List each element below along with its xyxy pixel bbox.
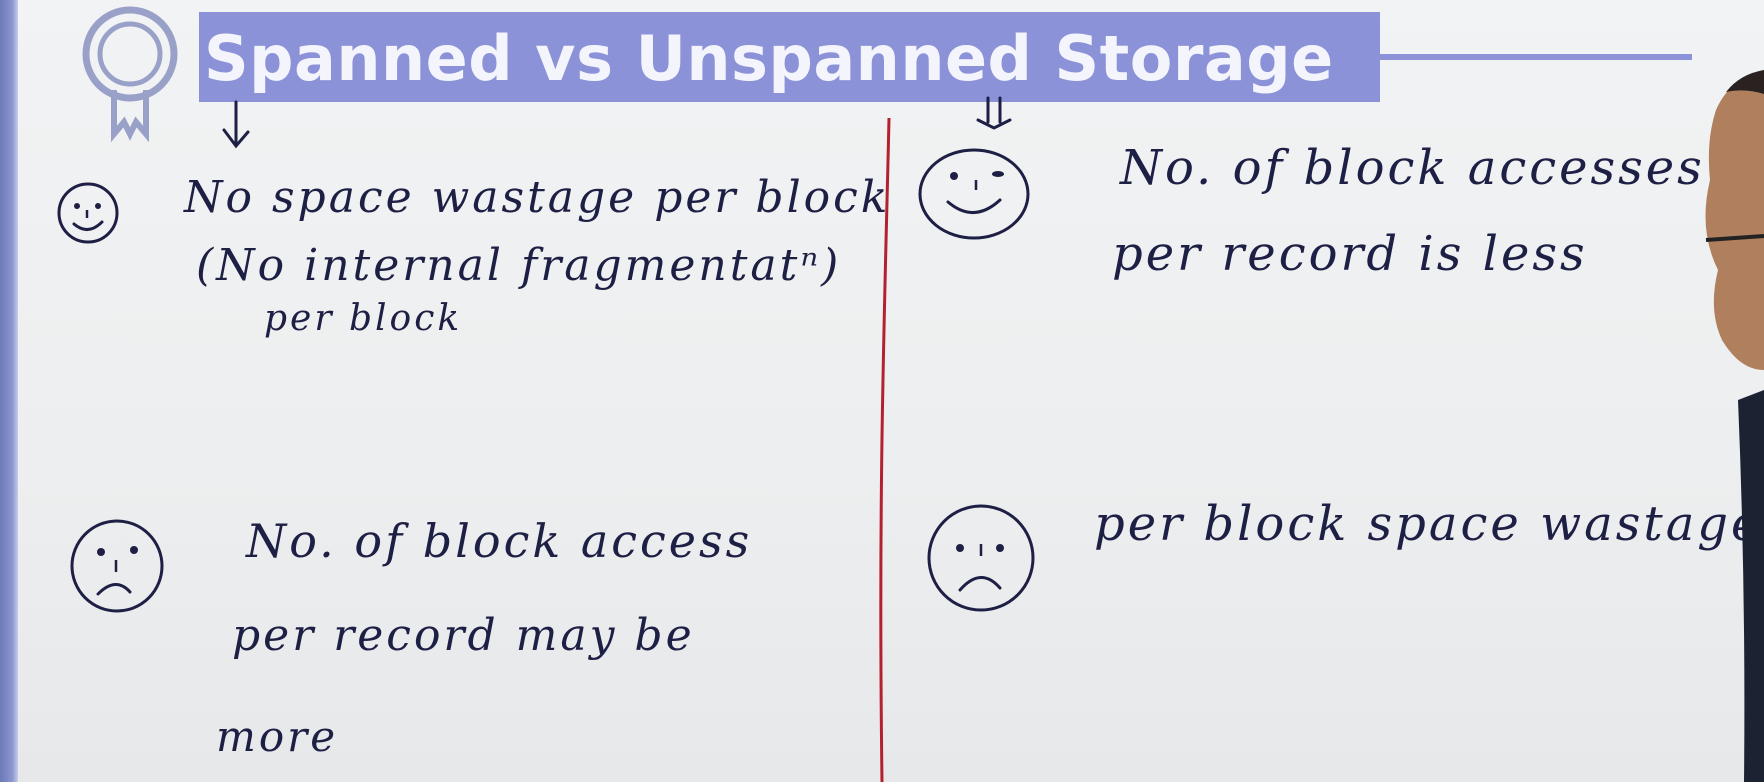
left-advantage-line2: (No internal fragmentatⁿ) — [196, 240, 842, 291]
down-arrow-icon — [222, 100, 250, 149]
right-advantage-line1: No. of block accesses — [1120, 140, 1705, 196]
column-divider — [879, 117, 891, 782]
left-disadvantage-line1: No. of block access — [246, 514, 753, 568]
left-disadvantage-line2: per record may be — [232, 610, 695, 661]
smiley-face-icon — [918, 148, 1030, 240]
left-advantage-line3: per block — [264, 298, 463, 339]
frowning-face-icon — [70, 519, 164, 613]
frowning-face-icon — [927, 504, 1035, 612]
left-disadvantage-line3: more — [216, 712, 339, 761]
double-down-arrow-icon — [976, 96, 1012, 130]
presenter — [1705, 70, 1764, 782]
right-advantage-line2: per record is less — [1112, 226, 1588, 282]
left-advantage-line1: No space wastage per block — [184, 172, 891, 223]
smiley-face-icon — [57, 182, 119, 244]
